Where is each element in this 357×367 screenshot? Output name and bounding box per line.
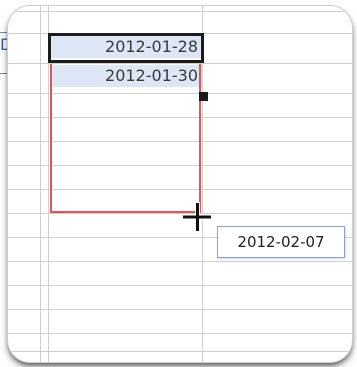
gridline [8,261,352,262]
autofill-range-outline [50,64,201,213]
gridline [8,333,352,334]
gridline [8,11,352,12]
spreadsheet-zoom-window: 2012-01-28 2012-01-30 2012-02-07 [8,6,352,362]
gridline [8,351,352,352]
active-cell-border [48,33,204,63]
autofill-preview-value: 2012-02-07 [237,233,325,251]
crosshair-cursor-icon [182,202,212,232]
gridline [8,285,352,286]
autofill-handle[interactable] [199,92,208,101]
gridline [40,6,41,362]
gridline [8,309,352,310]
autofill-preview-tooltip: 2012-02-07 [217,226,345,258]
